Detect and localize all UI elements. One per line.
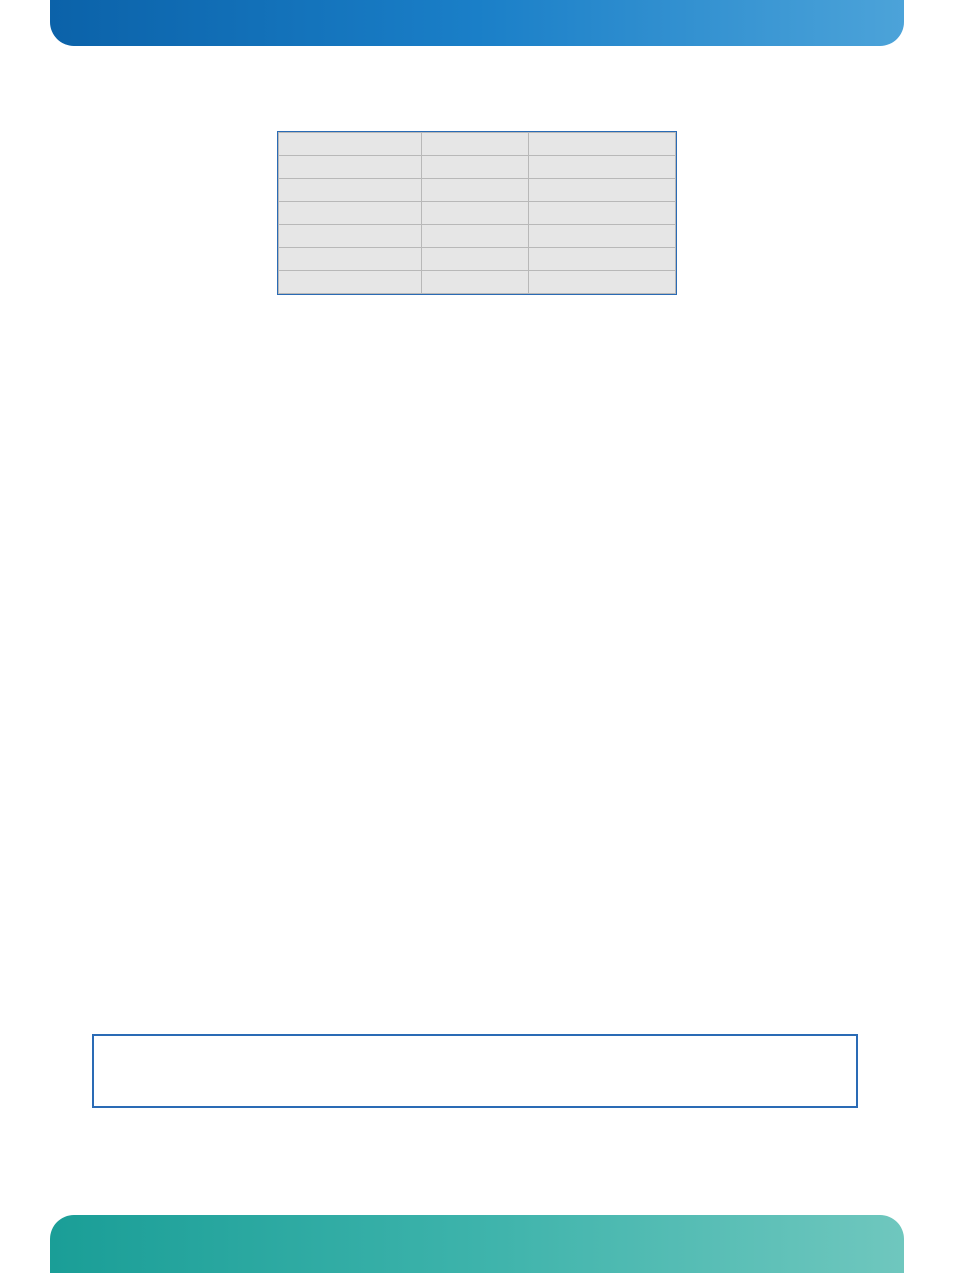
- table-cell: [279, 133, 422, 156]
- data-table: [278, 132, 676, 294]
- table-cell: [529, 225, 676, 248]
- table-cell: [279, 271, 422, 294]
- table-row: [279, 271, 676, 294]
- table-cell: [529, 202, 676, 225]
- top-banner: [50, 0, 904, 46]
- outlined-box: [92, 1034, 858, 1108]
- table-cell: [421, 202, 528, 225]
- table-row: [279, 225, 676, 248]
- table-cell: [421, 133, 528, 156]
- table-cell: [529, 179, 676, 202]
- table-row: [279, 248, 676, 271]
- data-table-container: [277, 131, 677, 295]
- table-cell: [279, 202, 422, 225]
- table-cell: [421, 179, 528, 202]
- table-row: [279, 202, 676, 225]
- table-cell: [529, 133, 676, 156]
- table-cell: [421, 156, 528, 179]
- bottom-banner: [50, 1215, 904, 1273]
- table-row: [279, 133, 676, 156]
- table-cell: [529, 156, 676, 179]
- table-cell: [421, 271, 528, 294]
- table-row: [279, 156, 676, 179]
- table-cell: [279, 179, 422, 202]
- table-cell: [529, 248, 676, 271]
- table-cell: [529, 271, 676, 294]
- table-cell: [421, 248, 528, 271]
- table-cell: [421, 225, 528, 248]
- table-cell: [279, 225, 422, 248]
- table-row: [279, 179, 676, 202]
- table-cell: [279, 248, 422, 271]
- table-cell: [279, 156, 422, 179]
